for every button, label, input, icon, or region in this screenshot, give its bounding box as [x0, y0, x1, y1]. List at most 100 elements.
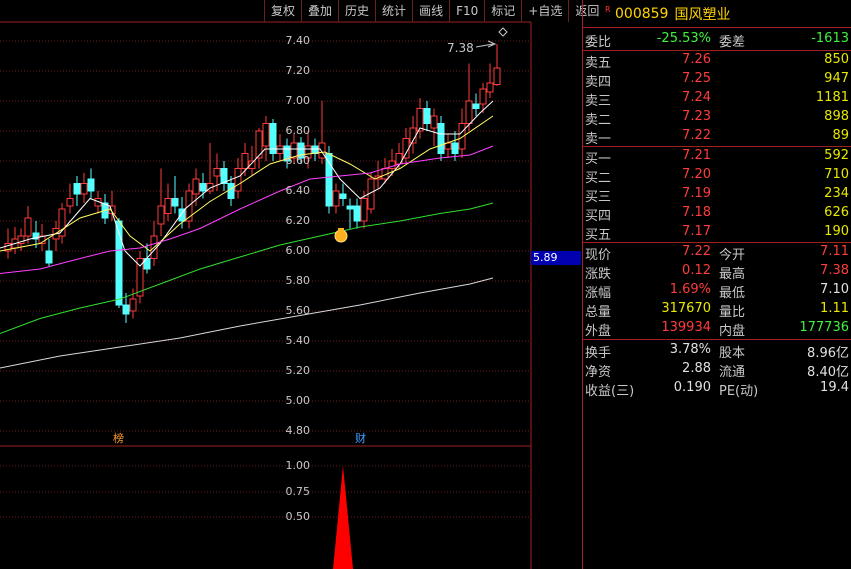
- bid-price: 7.18: [682, 205, 711, 220]
- ask-row[interactable]: 卖三 7.24 1181: [583, 89, 851, 109]
- price-axis-tick: 5.40: [285, 334, 311, 347]
- toolbar-button[interactable]: 画线: [412, 0, 449, 22]
- money-bag-icon: [334, 229, 348, 243]
- indicator-axis-tick: 0.75: [285, 485, 311, 498]
- toolbar-button[interactable]: 历史: [338, 0, 375, 22]
- toolbar-button[interactable]: +自选: [521, 0, 568, 22]
- stat-label: 涨跌: [585, 267, 612, 282]
- candle-up: [255, 130, 263, 159]
- candle-up: [164, 198, 172, 214]
- fund-label: 流通: [719, 365, 746, 380]
- stat-label: 量比: [719, 305, 746, 320]
- wei-bi-value: -25.53%: [656, 31, 711, 46]
- candle-down: [311, 145, 319, 154]
- candle-up: [402, 138, 410, 159]
- ask-row[interactable]: 卖四 7.25 947: [583, 70, 851, 90]
- price-axis-tick: 5.20: [285, 364, 311, 377]
- bid-volume: 626: [824, 205, 849, 220]
- rank-badge[interactable]: 榜: [112, 432, 125, 445]
- candle-up: [213, 168, 221, 177]
- kline-chart-area[interactable]: 7.38 复权 叠加 历史 统计 画线 F10 标记 +自选 返回 5.89 榜 财 7.40 7…: [0, 0, 599, 569]
- wei-cha-value: -1613: [811, 31, 849, 46]
- candle-up: [493, 67, 501, 85]
- fund-value: 19.4: [820, 380, 849, 395]
- stat-label: 最高: [719, 267, 746, 282]
- fund-label: 股本: [719, 346, 746, 361]
- ask-row[interactable]: 卖五 7.26 850: [583, 51, 851, 71]
- stat-row: 总量 317670 量比 1.11: [583, 300, 851, 320]
- toolbar-button[interactable]: 标记: [484, 0, 521, 22]
- ask-row[interactable]: 卖二 7.23 898: [583, 108, 851, 128]
- price-axis-tick: 7.20: [285, 64, 311, 77]
- quote-panel: R 000859 国风塑业 委比 -25.53% 委差 -1613 卖五 7.26…: [582, 0, 851, 569]
- stat-label: 内盘: [719, 324, 746, 339]
- toolbar-button[interactable]: F10: [449, 0, 484, 22]
- candle-up: [129, 298, 137, 312]
- bid-price: 7.21: [682, 148, 711, 163]
- ask-volume: 947: [824, 71, 849, 86]
- candle-up: [276, 145, 284, 154]
- ask-price: 7.22: [682, 128, 711, 143]
- finance-badge[interactable]: 财: [354, 432, 367, 445]
- candle-down: [227, 183, 235, 199]
- stat-label: 今开: [719, 248, 746, 263]
- ask-label: 卖四: [585, 75, 612, 90]
- candle-up: [80, 183, 88, 195]
- bid-label: 买四: [585, 209, 612, 224]
- stock-code[interactable]: 000859: [615, 6, 668, 22]
- bid-volume: 592: [824, 148, 849, 163]
- fund-value: 8.40亿: [807, 365, 849, 380]
- bid-row[interactable]: 买二 7.20 710: [583, 166, 851, 186]
- bid-row[interactable]: 买三 7.19 234: [583, 185, 851, 205]
- price-axis-tick: 6.80: [285, 124, 311, 137]
- bid-label: 买五: [585, 228, 612, 243]
- price-axis-tick: 5.60: [285, 304, 311, 317]
- ask-volume: 850: [824, 52, 849, 67]
- candle-up: [486, 82, 494, 93]
- candle-up: [241, 153, 249, 169]
- candle-up: [66, 198, 74, 207]
- candle-up: [479, 88, 487, 105]
- candle-down: [423, 108, 431, 124]
- bid-label: 买一: [585, 152, 612, 167]
- fund-label: 收益(三): [585, 384, 635, 399]
- bid-price: 7.17: [682, 224, 711, 239]
- toolbar-button[interactable]: 统计: [375, 0, 412, 22]
- r-mark: R: [605, 5, 611, 14]
- stock-header: R 000859 国风塑业: [583, 0, 851, 28]
- candle-up: [234, 168, 242, 192]
- bid-row[interactable]: 买五 7.17 190: [583, 223, 851, 243]
- fund-label: PE(动): [719, 384, 759, 399]
- candle-up: [58, 208, 66, 237]
- ask-price: 7.26: [682, 52, 711, 67]
- bid-label: 买三: [585, 190, 612, 205]
- stat-value: 7.10: [820, 282, 849, 297]
- price-axis-tick: 4.80: [285, 424, 311, 437]
- candle-down: [325, 153, 333, 207]
- fund-label: 换手: [585, 346, 612, 361]
- candle-down: [472, 103, 480, 109]
- ask-row[interactable]: 卖一 7.22 89: [583, 127, 851, 147]
- bid-row[interactable]: 买四 7.18 626: [583, 204, 851, 224]
- bid-row[interactable]: 买一 7.21 592: [583, 147, 851, 167]
- ask-price: 7.23: [682, 109, 711, 124]
- stat-value: 1.69%: [669, 282, 711, 297]
- fund-row: 收益(三) 0.190 PE(动) 19.4: [583, 379, 851, 399]
- stat-value: 0.12: [682, 263, 711, 278]
- toolbar-button[interactable]: 复权: [264, 0, 301, 22]
- wei-bi-row: 委比 -25.53% 委差 -1613: [583, 30, 851, 50]
- stock-name[interactable]: 国风塑业: [674, 4, 730, 24]
- stat-row: 涨幅 1.69% 最低 7.10: [583, 281, 851, 301]
- stat-label: 最低: [719, 286, 746, 301]
- candle-down: [73, 183, 81, 195]
- current-price-box: 5.89: [531, 251, 581, 265]
- candle-up: [465, 100, 473, 124]
- ask-label: 卖二: [585, 113, 612, 128]
- price-axis-tick: 7.40: [285, 34, 311, 47]
- candle-up: [262, 123, 270, 147]
- stat-label: 外盘: [585, 324, 612, 339]
- high-marker-label: 7.38: [447, 41, 474, 55]
- toolbar-button[interactable]: 叠加: [301, 0, 338, 22]
- stat-row: 现价 7.22 今开 7.11: [583, 243, 851, 263]
- fund-row: 换手 3.78% 股本 8.96亿: [583, 341, 851, 361]
